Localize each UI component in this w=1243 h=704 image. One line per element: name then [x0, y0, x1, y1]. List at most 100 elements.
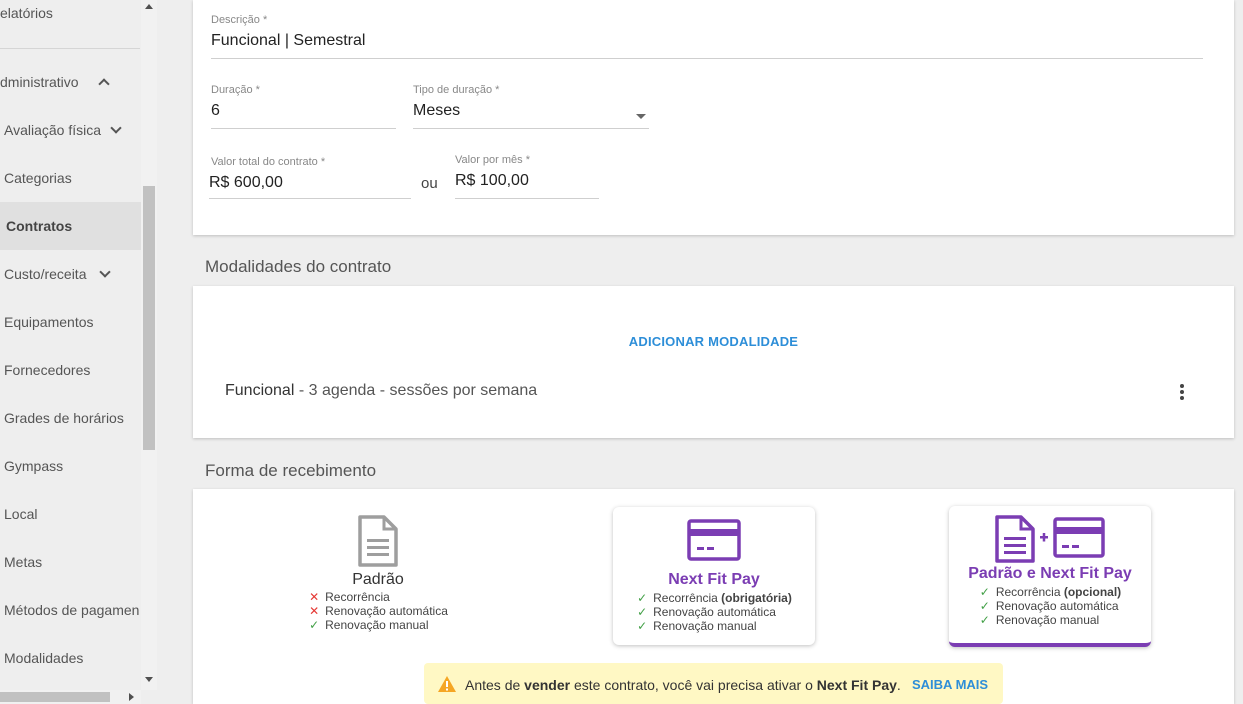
payment-option-title: Padrão [352, 571, 404, 588]
check-icon: ✓ [979, 585, 990, 599]
scrollbar-thumb[interactable] [143, 186, 155, 450]
descricao-field[interactable]: Descrição * Funcional | Semestral [211, 14, 1203, 59]
feature-item: ✓ Recorrência (opcional) [979, 585, 1122, 599]
dropdown-arrow-icon[interactable] [636, 114, 646, 119]
sidebar-item-label: Modalidades [4, 650, 84, 666]
modalidade-item: Funcional - 3 agenda - sessões por seman… [225, 382, 537, 400]
sidebar-item-label: Equipamentos [4, 314, 94, 330]
check-icon: ✓ [309, 618, 320, 632]
modalidade-name: Funcional [225, 382, 295, 399]
feature-item: ✓ Renovação manual [637, 619, 757, 633]
sidebar-item-administrativo[interactable]: dministrativo [0, 58, 141, 106]
check-icon: ✓ [637, 605, 648, 619]
recebimento-section-title: Forma de recebimento [205, 461, 377, 480]
alert-message: Antes de vender este contrato, você vai … [465, 677, 901, 693]
sidebar-item-label: Contratos [6, 218, 73, 234]
feature-item: ✓ Renovação manual [309, 618, 429, 632]
field-underline [413, 128, 649, 129]
sidebar-item-custo-receita[interactable]: Custo/receita [0, 250, 141, 298]
feature-item: ✓ Recorrência (obrigatória) [637, 591, 792, 605]
sidebar-item-categorias[interactable]: Categorias [0, 154, 141, 202]
document-icon [358, 515, 398, 567]
sidebar-item-label: elatórios [0, 5, 53, 21]
sidebar-item-label: Local [4, 506, 38, 522]
valor-mes-field[interactable]: Valor por mês * R$ 100,00 [455, 154, 599, 199]
sidebar-item-label: Custo/receita [4, 266, 87, 282]
valor-mes-label: Valor por mês * [455, 154, 530, 166]
modalidades-section-title: Modalidades do contrato [205, 257, 392, 276]
payment-option-title: Padrão e Next Fit Pay [968, 565, 1132, 582]
sidebar-item-gympass[interactable]: Gympass [0, 442, 141, 490]
more-options-icon[interactable] [1178, 383, 1186, 401]
warning-icon [438, 676, 456, 692]
sidebar-item-relatorios[interactable]: elatórios [0, 0, 141, 37]
chevron-down-icon [110, 122, 122, 134]
sidebar-item-contratos[interactable]: Contratos [0, 202, 141, 250]
sidebar-item-label: Grades de horários [4, 410, 124, 426]
sidebar-item-metodos-pagamento[interactable]: Métodos de pagamen [0, 586, 141, 634]
sidebar-item-label: Categorias [4, 170, 72, 186]
x-mark-icon: ✕ [309, 604, 320, 618]
add-modalidade-button[interactable]: ADICIONAR MODALIDADE [193, 334, 1234, 349]
field-underline [211, 58, 1203, 59]
sidebar-item-label: Fornecedores [4, 362, 91, 378]
sidebar-vertical-scrollbar[interactable] [141, 0, 157, 690]
payment-option-padrao-e-next-fit-pay[interactable]: Padrão e Next Fit Pay ✓ Recorrência (opci… [949, 506, 1151, 647]
chevron-up-icon [98, 78, 110, 90]
document-plus-card-icon [995, 515, 1105, 563]
sidebar-item-label: dministrativo [0, 74, 79, 90]
chevron-down-icon [99, 266, 111, 278]
check-icon: ✓ [979, 613, 990, 627]
valor-total-value[interactable]: R$ 600,00 [209, 174, 411, 192]
field-underline [209, 198, 411, 199]
credit-card-icon [687, 519, 741, 561]
sidebar-item-avaliacao-fisica[interactable]: Avaliação física [0, 106, 141, 154]
payment-option-padrao[interactable]: Padrão ✕ Recorrência ✕ Renovação automátic… [277, 507, 479, 645]
next-fit-pay-alert: Antes de vender este contrato, você vai … [424, 663, 1003, 704]
check-icon: ✓ [637, 619, 648, 633]
sidebar-item-label: Gympass [4, 458, 64, 474]
sidebar-item-fornecedores[interactable]: Fornecedores [0, 346, 141, 394]
field-underline [211, 128, 396, 129]
modalidade-detail: - 3 agenda - sessões por semana [294, 382, 538, 399]
sidebar-divider [0, 48, 140, 49]
feature-item: ✓ Renovação automática [637, 605, 776, 619]
descricao-value[interactable]: Funcional | Semestral [211, 32, 1203, 50]
scroll-down-arrow-icon[interactable] [145, 677, 153, 682]
feature-item: ✓ Renovação automática [979, 599, 1119, 613]
sidebar-item-grades-horarios[interactable]: Grades de horários [0, 394, 141, 442]
sidebar-item-label: Metas [4, 554, 43, 570]
contract-details-card: Descrição * Funcional | Semestral Duraçã… [193, 0, 1234, 235]
sidebar-item-label: Métodos de pagamen [4, 602, 140, 618]
sidebar-item-modalidades[interactable]: Modalidades [0, 634, 141, 682]
tipo-duracao-select[interactable]: Tipo de duração * Meses [413, 84, 649, 129]
sidebar-horizontal-scrollbar[interactable] [0, 690, 141, 704]
feature-item: ✕ Recorrência [309, 590, 390, 604]
descricao-label: Descrição * [211, 14, 268, 26]
valor-total-label: Valor total do contrato * [211, 156, 326, 168]
feature-item: ✓ Renovação manual [979, 613, 1100, 627]
valor-total-field[interactable]: Valor total do contrato * R$ 600,00 [209, 156, 411, 199]
payment-option-title: Next Fit Pay [668, 571, 760, 588]
sidebar-item-local[interactable]: Local [0, 490, 141, 538]
feature-item: ✕ Renovação automática [309, 604, 448, 618]
duracao-label: Duração * [211, 84, 260, 96]
scrollbar-thumb[interactable] [0, 692, 110, 702]
scroll-right-arrow-icon[interactable] [129, 693, 134, 701]
payment-option-next-fit-pay[interactable]: Next Fit Pay ✓ Recorrência (obrigatória) … [613, 507, 815, 645]
modalidades-card: ADICIONAR MODALIDADE Funcional - 3 agend… [193, 286, 1234, 438]
scroll-up-arrow-icon[interactable] [145, 4, 153, 9]
sidebar-item-label: Avaliação física [4, 122, 102, 138]
sidebar: elatórios dministrativo Avaliação física… [0, 0, 157, 704]
ou-separator: ou [421, 175, 438, 192]
x-mark-icon: ✕ [309, 590, 320, 604]
saiba-mais-link[interactable]: SAIBA MAIS [912, 677, 988, 692]
check-icon: ✓ [979, 599, 990, 613]
check-icon: ✓ [637, 591, 648, 605]
sidebar-item-metas[interactable]: Metas [0, 538, 141, 586]
duracao-value[interactable]: 6 [211, 102, 396, 120]
tipo-duracao-value[interactable]: Meses [413, 102, 649, 120]
valor-mes-value[interactable]: R$ 100,00 [455, 172, 599, 190]
sidebar-item-equipamentos[interactable]: Equipamentos [0, 298, 141, 346]
duracao-field[interactable]: Duração * 6 [211, 84, 396, 129]
